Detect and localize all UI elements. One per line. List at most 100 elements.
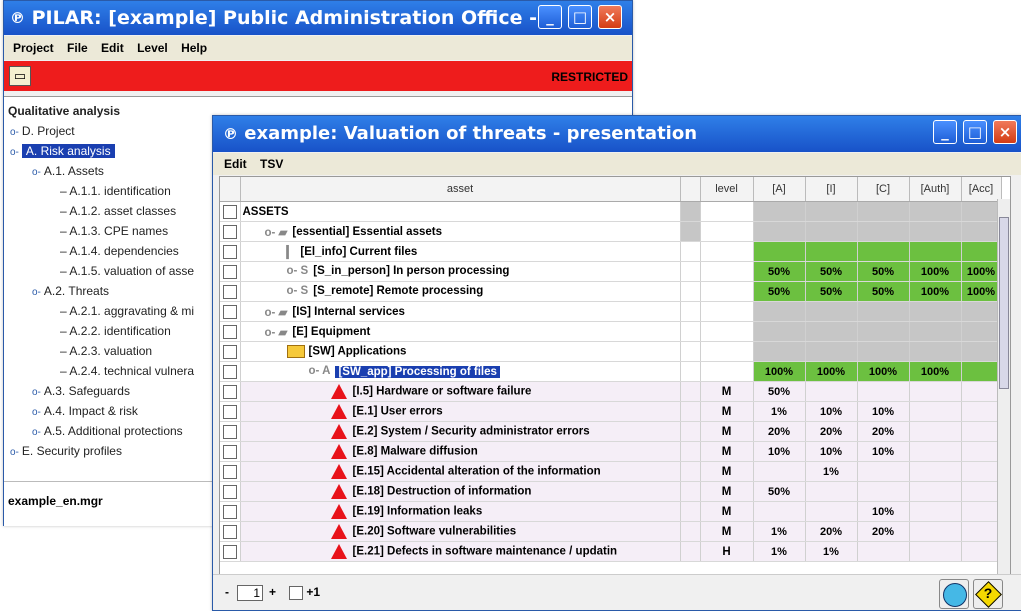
row-checkbox[interactable] — [222, 344, 237, 359]
level-cell[interactable]: M — [700, 481, 754, 502]
value-cell[interactable] — [805, 321, 858, 342]
level-cell[interactable]: M — [700, 401, 754, 422]
value-cell[interactable] — [857, 381, 910, 402]
table-row[interactable]: [SW] Applications — [220, 341, 1002, 362]
level-cell[interactable] — [700, 221, 754, 242]
table-row[interactable]: o- ▰ [E] Equipment — [220, 321, 1002, 342]
level-cell[interactable] — [700, 261, 754, 282]
row-checkbox[interactable] — [222, 524, 237, 539]
value-cell[interactable]: 10% — [857, 401, 910, 422]
table-row[interactable]: o- S [S_remote] Remote processing 50% 50% 50… — [220, 281, 1002, 302]
level-increase-button[interactable]: + — [269, 585, 276, 599]
value-cell[interactable]: 100% — [753, 361, 806, 382]
asset-cell[interactable]: o- S [S_in_person] In person processing — [240, 261, 681, 282]
value-cell[interactable] — [961, 321, 1002, 342]
value-cell[interactable] — [805, 201, 858, 222]
value-cell[interactable] — [909, 381, 962, 402]
row-checkbox[interactable] — [222, 384, 237, 399]
tree-item-valuation-of-assets[interactable]: – A.1.5. valuation of asse — [60, 264, 194, 278]
value-cell[interactable] — [857, 341, 910, 362]
table-row[interactable]: [E.1] User errors M 1% 10% 10% — [220, 401, 1002, 422]
value-cell[interactable] — [805, 221, 858, 242]
level-cell[interactable] — [700, 361, 754, 382]
value-cell[interactable]: 10% — [805, 401, 858, 422]
level-cell[interactable] — [700, 281, 754, 302]
smiley-icon[interactable] — [939, 579, 969, 609]
main-title-bar[interactable]: ℗ PILAR: [example] Public Administration… — [4, 1, 632, 35]
menu-level[interactable]: Level — [132, 36, 173, 60]
table-row[interactable]: ▎ [El_info] Current files — [220, 241, 1002, 262]
value-cell[interactable]: 50% — [753, 281, 806, 302]
maximize-button[interactable]: □ — [963, 120, 987, 144]
column-header-acc[interactable]: [Acc] — [961, 177, 1002, 202]
menu-edit[interactable]: Edit — [219, 153, 252, 175]
column-header-asset[interactable]: asset — [240, 177, 681, 202]
value-cell[interactable]: 20% — [857, 421, 910, 442]
value-cell[interactable]: 50% — [753, 481, 806, 502]
asset-cell[interactable]: [SW] Applications — [240, 341, 681, 362]
asset-cell[interactable]: [E.15] Accidental alteration of the info… — [240, 461, 681, 482]
column-header-i[interactable]: [I] — [805, 177, 858, 202]
tree-item-assets[interactable]: o- A.1. Assets — [32, 164, 104, 178]
value-cell[interactable] — [857, 321, 910, 342]
value-cell[interactable]: 100% — [909, 281, 962, 302]
value-cell[interactable] — [805, 301, 858, 322]
value-cell[interactable] — [909, 201, 962, 222]
value-cell[interactable]: 20% — [753, 421, 806, 442]
row-checkbox[interactable] — [222, 244, 237, 259]
table-row[interactable]: o- A [SW_app] Processing of files 100% 100%… — [220, 361, 1002, 382]
table-row[interactable]: [I.5] Hardware or software failure M 50% — [220, 381, 1002, 402]
value-cell[interactable] — [857, 241, 910, 262]
level-cell[interactable]: M — [700, 381, 754, 402]
value-cell[interactable]: 10% — [805, 441, 858, 462]
value-cell[interactable] — [805, 481, 858, 502]
level-cell[interactable]: H — [700, 541, 754, 562]
value-cell[interactable] — [961, 301, 1002, 322]
tree-item-technical-vulnerabilities[interactable]: – A.2.4. technical vulnera — [60, 364, 194, 378]
tree-item-identification[interactable]: – A.1.1. identification — [60, 184, 171, 198]
level-input[interactable]: 1 — [237, 585, 263, 601]
asset-cell[interactable]: [I.5] Hardware or software failure — [240, 381, 681, 402]
expanded-handle-icon[interactable]: o- — [32, 287, 41, 298]
table-row[interactable]: [E.8] Malware diffusion M 10% 10% 10% — [220, 441, 1002, 462]
value-cell[interactable] — [805, 341, 858, 362]
value-cell[interactable] — [961, 341, 1002, 362]
value-cell[interactable] — [753, 461, 806, 482]
value-cell[interactable] — [857, 221, 910, 242]
vertical-scrollbar[interactable] — [997, 199, 1010, 575]
asset-cell[interactable]: [E.18] Destruction of information — [240, 481, 681, 502]
row-checkbox[interactable] — [222, 484, 237, 499]
value-cell[interactable]: 1% — [753, 521, 806, 542]
menu-file[interactable]: File — [62, 36, 93, 60]
row-checkbox[interactable] — [222, 264, 237, 279]
menu-help[interactable]: Help — [176, 36, 212, 60]
tree-item-asset-classes[interactable]: – A.1.2. asset classes — [60, 204, 176, 218]
value-cell[interactable] — [961, 521, 1002, 542]
asset-cell[interactable]: [E.19] Information leaks — [240, 501, 681, 522]
asset-cell[interactable]: [E.1] User errors — [240, 401, 681, 422]
collapsed-handle-icon[interactable]: o- — [32, 407, 41, 418]
value-cell[interactable] — [909, 301, 962, 322]
table-row[interactable]: [E.2] System / Security administrator er… — [220, 421, 1002, 442]
level-cell[interactable]: M — [700, 441, 754, 462]
value-cell[interactable] — [909, 401, 962, 422]
value-cell[interactable]: 100% — [805, 361, 858, 382]
menu-project[interactable]: Project — [8, 36, 59, 60]
tree-item-project[interactable]: o- D. Project — [10, 124, 75, 138]
asset-cell[interactable]: [E.2] System / Security administrator er… — [240, 421, 681, 442]
level-cell[interactable]: M — [700, 421, 754, 442]
value-cell[interactable]: 50% — [857, 281, 910, 302]
value-cell[interactable] — [961, 221, 1002, 242]
value-cell[interactable]: 10% — [857, 441, 910, 462]
value-cell[interactable] — [857, 481, 910, 502]
value-cell[interactable]: 10% — [857, 501, 910, 522]
row-checkbox[interactable] — [222, 464, 237, 479]
value-cell[interactable]: 100% — [961, 281, 1002, 302]
tree-item-aggravating[interactable]: – A.2.1. aggravating & mi — [60, 304, 194, 318]
level-cell[interactable] — [700, 241, 754, 262]
table-row[interactable]: [E.19] Information leaks M 10% — [220, 501, 1002, 522]
asset-cell[interactable]: ASSETS — [240, 201, 681, 222]
menu-edit[interactable]: Edit — [96, 36, 129, 60]
value-cell[interactable] — [961, 361, 1002, 382]
row-checkbox[interactable] — [222, 284, 237, 299]
